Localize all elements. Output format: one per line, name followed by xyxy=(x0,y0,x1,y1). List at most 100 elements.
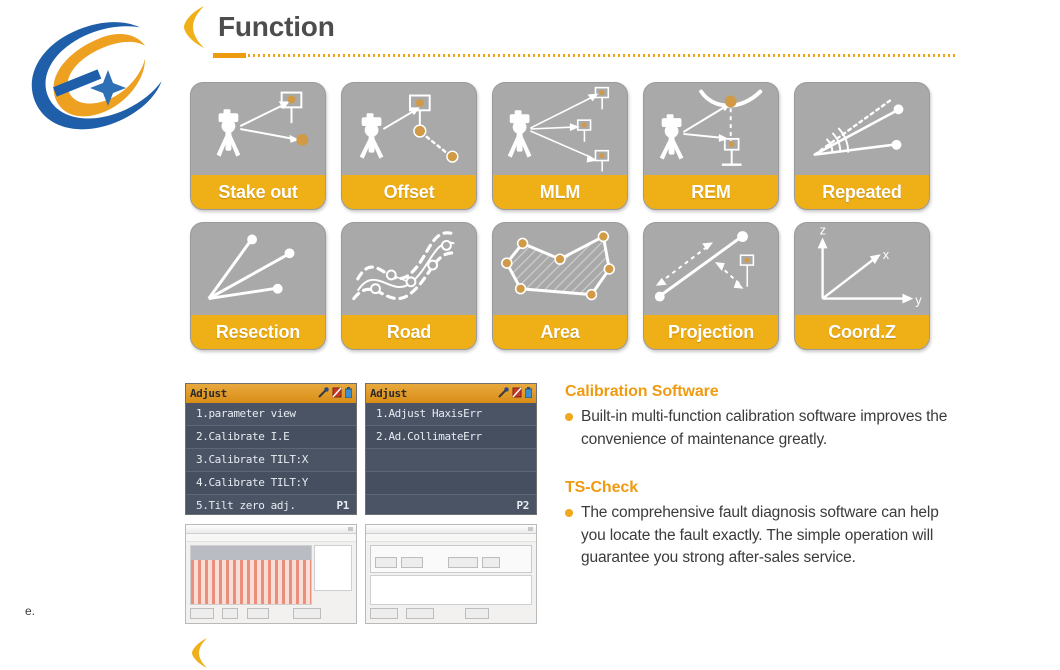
device-menu-item[interactable]: 3.Calibrate TILT:X xyxy=(186,449,356,472)
lower-section: Adjust 1.parameter view 2.Calibrate I.E … xyxy=(185,383,965,638)
function-card-label: Road xyxy=(342,315,476,349)
toolbar-button[interactable] xyxy=(293,608,322,619)
device-menu-list: 1.parameter view 2.Calibrate I.E 3.Calib… xyxy=(186,403,356,514)
toolbar-button[interactable] xyxy=(370,608,398,619)
chart-bars xyxy=(191,560,311,604)
device-status-icons xyxy=(318,387,352,398)
stake-out-icon xyxy=(191,83,325,177)
toolbar-button[interactable] xyxy=(246,608,269,619)
function-row-1: Stake out Offset MLM REM Repeated xyxy=(190,82,935,210)
battery-icon xyxy=(525,387,532,398)
check-items-group xyxy=(370,545,532,590)
feature-text: The comprehensive fault diagnosis softwa… xyxy=(581,504,939,566)
function-card-label: Resection xyxy=(191,315,325,349)
function-card-stake-out[interactable]: Stake out xyxy=(190,82,326,210)
road-icon xyxy=(342,223,476,317)
device-screen-adjust-p2: Adjust 1.Adjust HaxisErr 2.Ad.CollimateE… xyxy=(365,383,537,515)
header-divider xyxy=(213,52,958,58)
battery-icon xyxy=(345,387,352,398)
function-card-mlm[interactable]: MLM xyxy=(492,82,628,210)
device-status-icons xyxy=(498,387,532,398)
device-screen-adjust-p1: Adjust 1.parameter view 2.Calibrate I.E … xyxy=(185,383,357,515)
slide-page: Function Stake out Offset MLM REM Repeat… xyxy=(0,0,1060,668)
toolbar-button[interactable] xyxy=(464,608,489,619)
projection-icon xyxy=(644,223,778,317)
page-marker: e. xyxy=(25,604,36,618)
device-menu-item[interactable]: 4.Calibrate TILT:Y xyxy=(186,472,356,495)
device-menu-item-empty xyxy=(366,472,536,495)
group-button[interactable] xyxy=(447,557,478,568)
device-menu-item-empty xyxy=(366,449,536,472)
function-card-label: MLM xyxy=(493,175,627,209)
feature-bullet: The comprehensive fault diagnosis softwa… xyxy=(565,502,965,570)
side-panel xyxy=(314,545,352,591)
function-card-label: Repeated xyxy=(795,175,929,209)
toolbar-button[interactable] xyxy=(222,608,239,619)
function-card-area[interactable]: Area xyxy=(492,222,628,350)
battery-low-icon xyxy=(512,387,522,398)
device-page-indicator: P1 xyxy=(336,499,350,512)
company-logo xyxy=(22,12,172,140)
window-title-bar xyxy=(186,525,356,534)
device-menu-item[interactable]: 2.Calibrate I.E xyxy=(186,426,356,449)
next-section-bracket-icon xyxy=(188,636,210,670)
mlm-icon xyxy=(493,83,627,177)
toolbar-button[interactable] xyxy=(406,608,435,619)
function-card-repeated[interactable]: Repeated xyxy=(794,82,930,210)
window-button-bar xyxy=(190,608,352,619)
toolbar-button[interactable] xyxy=(190,608,214,619)
feature-bullet: Built-in multi-function calibration soft… xyxy=(565,406,965,451)
function-card-label: Projection xyxy=(644,315,778,349)
page-title: Function xyxy=(218,11,335,42)
window-title-bar xyxy=(366,525,536,534)
group-button[interactable] xyxy=(401,557,424,568)
function-card-road[interactable]: Road xyxy=(341,222,477,350)
device-title-bar: Adjust xyxy=(366,384,536,403)
section-header: Function xyxy=(178,2,968,64)
feature-block-calibration-software: Calibration Software Built-in multi-func… xyxy=(565,383,965,451)
battery-low-icon xyxy=(332,387,342,398)
device-menu-item[interactable]: 5.Tilt zero adj. P1 xyxy=(186,495,356,514)
offset-icon xyxy=(342,83,476,177)
function-card-offset[interactable]: Offset xyxy=(341,82,477,210)
device-menu-item-empty: P2 xyxy=(366,495,536,514)
group-button[interactable] xyxy=(375,557,397,568)
device-menu-item[interactable]: 1.parameter view xyxy=(186,403,356,426)
function-card-label: Area xyxy=(493,315,627,349)
function-card-label: Coord.Z xyxy=(795,315,929,349)
window-body xyxy=(370,545,532,605)
coord-z-icon: z y x xyxy=(795,223,929,317)
bullet-dot-icon xyxy=(565,509,573,517)
svg-text:x: x xyxy=(883,247,890,262)
device-screens-row: Adjust 1.parameter view 2.Calibrate I.E … xyxy=(185,383,537,515)
results-pane xyxy=(370,575,532,605)
pen-icon xyxy=(318,387,329,398)
feature-title: TS-Check xyxy=(565,479,638,496)
bracket-marker-icon xyxy=(178,4,208,50)
device-menu-item[interactable]: 2.Ad.CollimateErr xyxy=(366,426,536,449)
device-title-text: Adjust xyxy=(190,387,227,400)
device-page-indicator: P2 xyxy=(516,499,530,512)
function-card-projection[interactable]: Projection xyxy=(643,222,779,350)
rem-icon xyxy=(644,83,778,177)
feature-title: Calibration Software xyxy=(565,383,719,400)
area-icon xyxy=(493,223,627,317)
function-card-label: Stake out xyxy=(191,175,325,209)
device-menu-item[interactable]: 1.Adjust HaxisErr xyxy=(366,403,536,426)
window-menu-bar xyxy=(186,534,356,542)
function-card-label: REM xyxy=(644,175,778,209)
window-menu-bar xyxy=(366,534,536,542)
window-body xyxy=(190,545,352,605)
bullet-dot-icon xyxy=(565,413,573,421)
function-card-resection[interactable]: Resection xyxy=(190,222,326,350)
function-card-label: Offset xyxy=(342,175,476,209)
svg-text:y: y xyxy=(915,292,922,307)
group-button[interactable] xyxy=(482,557,501,568)
screenshot-column: Adjust 1.parameter view 2.Calibrate I.E … xyxy=(185,383,537,624)
window-button-bar xyxy=(370,608,532,619)
device-menu-item-label: 5.Tilt zero adj. xyxy=(196,499,296,512)
divider-dotted-segment xyxy=(248,54,958,57)
function-card-rem[interactable]: REM xyxy=(643,82,779,210)
chart-header-band xyxy=(191,546,311,560)
function-card-coord-z[interactable]: z y x Coord.Z xyxy=(794,222,930,350)
